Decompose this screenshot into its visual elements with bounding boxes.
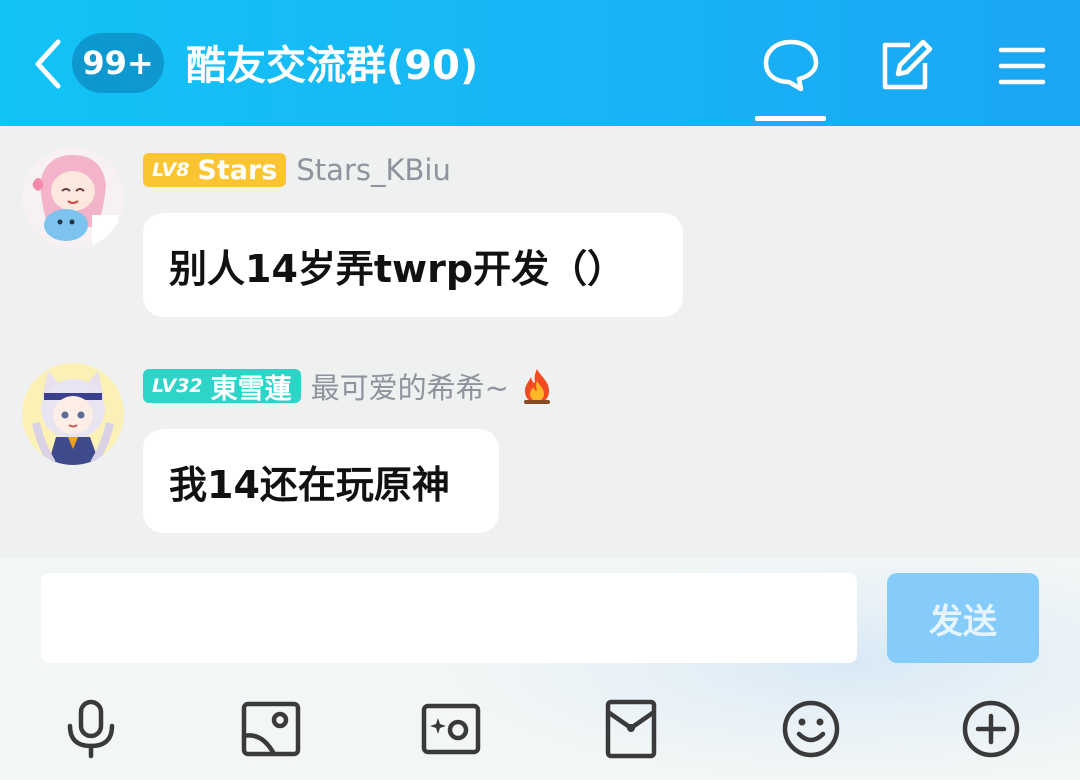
level-text: LV8 <box>152 159 190 181</box>
message-bubble[interactable]: 别人14岁弄twrp开发（） <box>143 213 683 317</box>
unread-count-badge[interactable]: 99+ <box>72 33 164 93</box>
level-title: 東雪蓮 <box>210 373 292 405</box>
sender-nickname[interactable]: 最可爱的希希~ <box>311 365 509 407</box>
back-arrow-icon[interactable] <box>28 38 68 90</box>
sender-meta: LV32 東雪蓮 最可爱的希希~ <box>143 367 555 405</box>
edit-icon[interactable] <box>876 36 936 96</box>
menu-icon[interactable] <box>992 36 1052 96</box>
emoji-icon[interactable] <box>780 698 842 760</box>
microphone-icon[interactable] <box>60 698 122 760</box>
plus-icon[interactable] <box>960 698 1022 760</box>
send-button[interactable]: 发送 <box>887 573 1039 663</box>
chat-bubble-icon[interactable] <box>761 36 821 96</box>
image-icon[interactable] <box>240 698 302 760</box>
anime-girl-avatar[interactable] <box>22 147 124 249</box>
active-tab-indicator <box>755 116 826 121</box>
message-input[interactable] <box>41 573 857 663</box>
level-title: Stars <box>197 154 278 186</box>
message-bubble[interactable]: 我14还在玩原神 <box>143 429 499 533</box>
sender-nickname[interactable]: Stars_KBiu <box>296 153 450 187</box>
chat-header: 99+ 酷友交流群(90) <box>0 0 1080 126</box>
level-text: LV32 <box>152 375 203 397</box>
red-packet-icon[interactable] <box>600 698 662 760</box>
anime-catgirl-avatar[interactable] <box>22 363 124 465</box>
sender-meta: LV8 Stars Stars_KBiu <box>143 151 451 189</box>
input-bar: 发送 <box>0 558 1080 780</box>
message-list[interactable]: LV8 Stars Stars_KBiu 别人14岁弄twrp开发（） LV32… <box>0 126 1080 558</box>
level-badge: LV32 東雪蓮 <box>143 369 301 405</box>
level-badge: LV8 Stars <box>143 153 287 187</box>
group-title: 酷友交流群(90) <box>186 43 479 89</box>
fire-icon <box>519 367 555 405</box>
camera-icon[interactable] <box>420 698 482 760</box>
